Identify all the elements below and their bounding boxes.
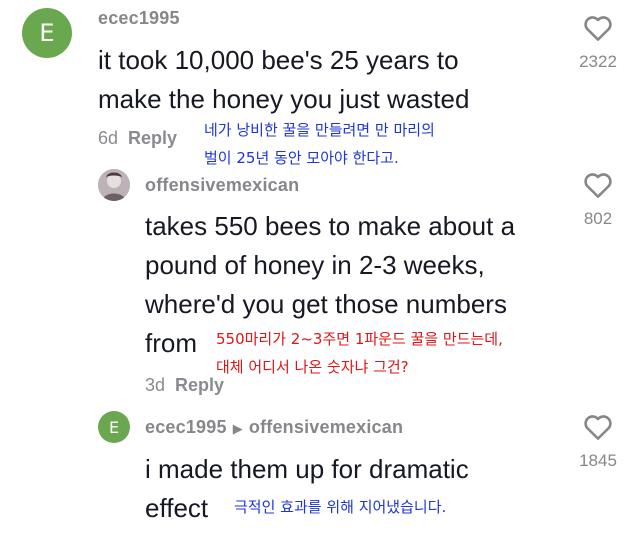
comment-text-line: takes 550 bees to make about a <box>145 211 516 241</box>
like-count: 1845 <box>579 451 617 470</box>
comment-text-line: it took 10,000 bee's 25 years to <box>98 45 459 75</box>
comment-3: E ecec1995 ▶ offensivemexican i made them … <box>0 405 640 538</box>
comment-text-line: pound of honey in 2-3 weeks, <box>145 250 485 280</box>
comment-text-line: i made them up for dramatic <box>145 454 469 484</box>
avatar-letter: E <box>39 19 55 47</box>
reply-button[interactable]: Reply <box>128 128 177 148</box>
comment-age: 6d <box>98 128 119 148</box>
avatar-photo-icon <box>98 169 130 201</box>
like-count: 2322 <box>579 52 617 71</box>
translation-annotation: 네가 낭비한 꿀을 만들려면 만 마리의 벌이 25년 동안 모아야 한다고. <box>204 116 435 172</box>
heart-icon[interactable] <box>583 14 613 42</box>
reply-to-user[interactable]: offensivemexican <box>249 417 403 437</box>
comment-text: it took 10,000 bee's 25 years to make th… <box>98 41 469 119</box>
translation-line: 550마리가 2~3주면 1파운드 꿀을 만드는데, <box>216 330 503 348</box>
comment-username[interactable]: offensivemexican <box>145 175 299 196</box>
comment-1: E ecec1995 it took 10,000 bee's 25 years… <box>0 0 640 170</box>
like-count: 802 <box>583 209 613 228</box>
avatar-letter: E <box>108 417 120 437</box>
translation-line: 네가 낭비한 꿀을 만들려면 만 마리의 <box>204 121 435 139</box>
comment-age: 3d <box>145 375 166 395</box>
caret-right-icon: ▶ <box>232 421 243 436</box>
like-section: 2322 <box>568 14 628 72</box>
avatar[interactable] <box>98 169 130 201</box>
avatar[interactable]: E <box>98 411 130 443</box>
like-section: 802 <box>568 171 628 229</box>
comment-username: ecec1995 ▶ offensivemexican <box>145 417 403 438</box>
like-section: 1845 <box>568 413 628 471</box>
comment-text-line: where'd you get those numbers <box>145 289 507 319</box>
comment-meta: 3d Reply <box>145 375 224 396</box>
comment-2: offensivemexican takes 550 bees to make … <box>0 165 640 400</box>
comment-username[interactable]: ecec1995 <box>98 8 180 29</box>
translation-line: 극적인 효과를 위해 지어냈습니다. <box>234 498 447 516</box>
translation-annotation: 극적인 효과를 위해 지어냈습니다. <box>234 493 446 521</box>
translation-line: 대체 어디서 나온 숫자냐 그건? <box>216 358 409 376</box>
reply-author[interactable]: ecec1995 <box>145 417 227 437</box>
translation-annotation: 550마리가 2~3주면 1파운드 꿀을 만드는데, 대체 어디서 나온 숫자냐… <box>216 325 503 381</box>
comment-meta: 6d Reply <box>98 128 177 149</box>
avatar[interactable]: E <box>22 8 72 58</box>
heart-icon[interactable] <box>583 171 613 199</box>
heart-icon[interactable] <box>583 413 613 441</box>
comment-text-line: make the honey you just wasted <box>98 84 470 114</box>
